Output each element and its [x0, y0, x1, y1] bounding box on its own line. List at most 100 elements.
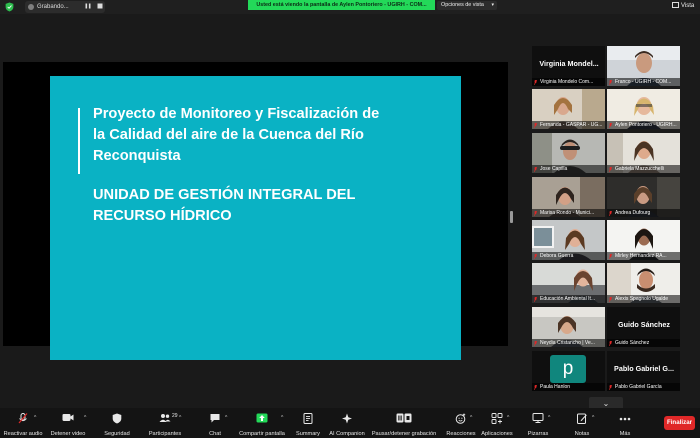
participant-tile-active-speaker[interactable]: Aylen Pontoriero - UGIRH... [607, 89, 680, 129]
participant-tile[interactable]: Alexis Spagnolo Ugalde [607, 263, 680, 303]
summary-icon [303, 413, 313, 424]
chat-icon [210, 414, 220, 423]
security-button[interactable]: Seguridad [98, 408, 136, 438]
ai-companion-button[interactable]: AI Companion [328, 408, 366, 438]
participant-tile[interactable]: Guido Sánchez Guido Sánchez [607, 307, 680, 347]
participant-name-label: Franco - UGIRH - COM... [607, 78, 680, 86]
view-options-label: Opciones de vista [441, 2, 484, 8]
apps-icon [491, 413, 503, 424]
mic-muted-icon [534, 210, 537, 216]
slide-subtitle: UNIDAD DE GESTIÓN INTEGRAL DEL RECURSO H… [93, 187, 356, 224]
splitter-handle[interactable] [510, 211, 513, 223]
chevron-up-icon[interactable]: ^ [34, 415, 36, 421]
participant-tile[interactable]: Marisa Rondo - Munici... [532, 177, 605, 217]
shield-icon [112, 413, 122, 424]
mic-muted-icon [534, 296, 537, 302]
participant-name-label: Aylen Pontoriero - UGIRH... [607, 121, 680, 129]
stop-video-button[interactable]: ^ Detener video [46, 408, 90, 438]
participant-tile[interactable]: Andrea Dufourg [607, 177, 680, 217]
participant-tile[interactable]: Gabriela Mazzucchelli [607, 133, 680, 173]
apps-button[interactable]: ^ Aplicaciones [478, 408, 516, 438]
participant-name-label: Paula Hanlon [532, 383, 605, 391]
mic-muted-icon [609, 296, 612, 302]
slide-vertical-rule [78, 108, 80, 174]
participant-display-name: Guido Sánchez [618, 320, 670, 329]
participant-avatar: p [550, 355, 586, 383]
encryption-shield-icon[interactable] [5, 2, 14, 12]
chevron-up-icon[interactable]: ^ [592, 415, 594, 421]
participant-name: Andrea Dufourg [615, 210, 651, 216]
control-label: Compartir pantalla [239, 431, 285, 437]
control-label: Seguridad [104, 431, 130, 437]
participant-name: Aylen Pontoriero - UGIRH... [615, 122, 677, 128]
participant-name: Debora Guerra [540, 253, 574, 259]
reactions-button[interactable]: ^ Reacciones [442, 408, 480, 438]
mic-muted-icon [534, 340, 537, 346]
notes-button[interactable]: ^ Notas [566, 408, 598, 438]
control-label: Detener video [50, 431, 86, 437]
participant-name-label: Virginia Mondelo Com... [532, 78, 605, 86]
participant-name: Guido Sánchez [615, 340, 650, 346]
more-button[interactable]: Más [610, 408, 640, 438]
participant-tile[interactable]: Franco - UGIRH - COM... [607, 46, 680, 86]
control-label: Pausar/detener grabación [371, 431, 437, 437]
participant-tile[interactable]: Debora Guerra [532, 220, 605, 260]
chevron-up-icon[interactable]: ^ [225, 415, 227, 421]
chevron-up-icon[interactable]: ^ [470, 415, 472, 421]
pause-recording-button[interactable] [82, 0, 94, 12]
participant-name: Gabriela Mazzucchelli [615, 166, 664, 172]
participants-button[interactable]: 29 ^ Participantes [144, 408, 186, 438]
view-options-dropdown[interactable]: Opciones de vista ▾ [437, 1, 497, 10]
control-label: Reacciones [446, 431, 476, 437]
chat-button[interactable]: ^ Chat [198, 408, 232, 438]
participant-tile[interactable]: Virginia Mondel... Virginia Mondelo Com.… [532, 46, 605, 86]
pause-stop-recording-button[interactable]: Pausar/detener grabación [370, 408, 438, 438]
participant-display-name: Virginia Mondel... [539, 59, 599, 68]
chevron-up-icon[interactable]: ^ [179, 415, 181, 421]
participant-tile[interactable]: Jose Capilla [532, 133, 605, 173]
mic-muted-icon [609, 340, 612, 346]
participant-tile[interactable]: Neydia Cristancho | Ve... [532, 307, 605, 347]
view-button[interactable]: Vista [672, 1, 698, 12]
participant-name: Alexis Spagnolo Ugalde [615, 296, 669, 302]
participant-name-label: Andrea Dufourg [607, 209, 680, 217]
mic-muted-icon [18, 413, 28, 424]
end-meeting-button[interactable]: Finalizar [664, 416, 695, 430]
control-label: Reactivar audio [3, 431, 43, 437]
reactions-icon [455, 413, 466, 424]
participant-tile[interactable]: Educación Ambiental It... [532, 263, 605, 303]
participant-name: Franco - UGIRH - COM... [615, 79, 672, 85]
participant-display-name: Pablo Gabriel G... [614, 364, 674, 373]
share-screen-button[interactable]: ^ Compartir pantalla [236, 408, 288, 438]
mic-muted-icon [609, 79, 612, 85]
whiteboards-button[interactable]: ^ Pizarras [522, 408, 554, 438]
chevron-up-icon[interactable]: ^ [84, 415, 86, 421]
participant-name-label: Gabriela Mazzucchelli [607, 165, 680, 173]
mic-muted-icon [534, 79, 537, 85]
chevron-up-icon[interactable]: ^ [281, 415, 283, 421]
grid-view-icon [672, 2, 679, 9]
chevron-up-icon[interactable]: ^ [548, 415, 550, 421]
participant-tile[interactable]: p Paula Hanlon [532, 351, 605, 391]
participant-name-label: Pablo Gabriel García [607, 383, 680, 391]
summary-button[interactable]: Summary [292, 408, 324, 438]
recording-dot-icon [28, 4, 34, 10]
control-label: Participantes [148, 431, 182, 437]
participant-name-label: Mirley Hernandez RA... [607, 252, 680, 260]
mic-muted-icon [534, 166, 537, 172]
mic-muted-icon [534, 253, 537, 259]
mic-muted-icon [534, 122, 537, 128]
screen-share-banner: Usted está viendo la pantalla de Aylen P… [248, 0, 435, 10]
pause-stop-recording-icon [396, 413, 412, 423]
participant-tile[interactable]: Pablo Gabriel G... Pablo Gabriel García [607, 351, 680, 391]
participant-tile[interactable]: Fernanda - GASPAR - UG... [532, 89, 605, 129]
meeting-control-bar: ^ Reactivar audio ^ Detener video Seguri… [0, 408, 700, 438]
control-label: Summary [296, 431, 320, 437]
chevron-up-icon[interactable]: ^ [507, 415, 509, 421]
control-label: AI Companion [329, 431, 365, 437]
unmute-button[interactable]: ^ Reactivar audio [2, 408, 44, 438]
participant-name: Paula Hanlon [540, 384, 571, 390]
mic-muted-icon [609, 122, 612, 128]
stop-recording-button[interactable] [94, 0, 106, 12]
participant-tile[interactable]: Mirley Hernandez RA... [607, 220, 680, 260]
